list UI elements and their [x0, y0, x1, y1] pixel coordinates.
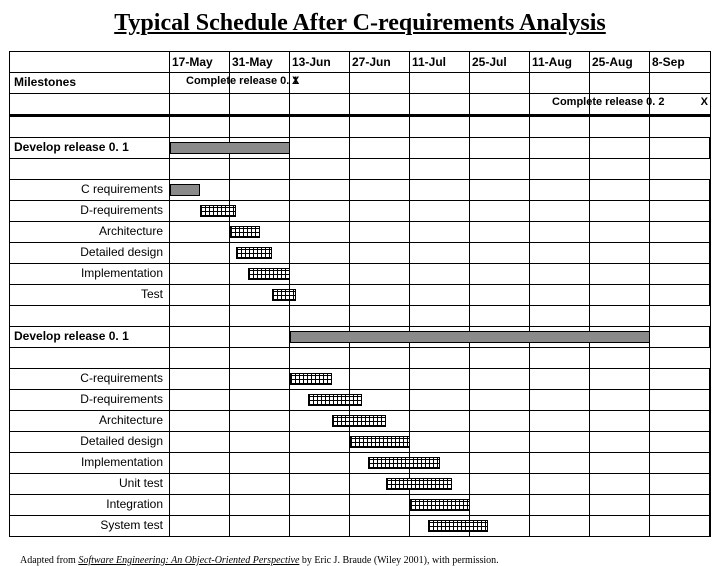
attribution: Adapted from Software Engineering: An Ob… [0, 537, 720, 566]
milestone-1: Complete release 0. 1 [184, 73, 229, 87]
task-bar [200, 205, 236, 217]
blank-row [10, 159, 710, 180]
task-label: C requirements [10, 180, 170, 200]
date-header: 11-Aug [530, 52, 590, 72]
blank-row [10, 348, 710, 369]
task-label: Unit test [10, 474, 170, 494]
task-bar [230, 226, 260, 238]
task-bar [332, 415, 386, 427]
task-label: Architecture [10, 222, 170, 242]
task-bar [236, 247, 272, 259]
task-bar [386, 478, 452, 490]
task-row: Unit test [10, 474, 710, 495]
group-1-summary: Develop release 0. 1 [10, 138, 710, 159]
task-label: Integration [10, 495, 170, 515]
task-bar [272, 289, 296, 301]
task-row: Detailed design [10, 243, 710, 264]
task-label: Implementation [10, 264, 170, 284]
task-label: Implementation [10, 453, 170, 473]
date-header: 31-May [230, 52, 290, 72]
task-label: C-requirements [10, 369, 170, 389]
group-2-summary: Develop release 0. 1 [10, 327, 710, 348]
task-label: Test [10, 285, 170, 305]
task-bar [410, 499, 470, 511]
task-row: Implementation [10, 453, 710, 474]
milestone-row-1: Milestones Complete release 0. 1 X [10, 73, 710, 94]
task-row: Architecture [10, 411, 710, 432]
date-header: 11-Jul [410, 52, 470, 72]
milestone-row-2: Complete release 0. 2 X [10, 94, 710, 117]
task-row: Implementation [10, 264, 710, 285]
task-row: Detailed design [10, 432, 710, 453]
task-label: Detailed design [10, 243, 170, 263]
task-row: Architecture [10, 222, 710, 243]
task-bar [368, 457, 440, 469]
task-row: D-requirements [10, 390, 710, 411]
task-label: D-requirements [10, 390, 170, 410]
task-row: System test [10, 516, 710, 536]
summary-bar-1 [170, 142, 290, 154]
task-label: System test [10, 516, 170, 536]
task-label: Architecture [10, 411, 170, 431]
task-bar [308, 394, 362, 406]
group-2-label: Develop release 0. 1 [10, 327, 170, 347]
task-row: Integration [10, 495, 710, 516]
date-header-row: 17-May 31-May 13-Jun 27-Jun 11-Jul 25-Ju… [10, 52, 710, 73]
task-row: C-requirements [10, 369, 710, 390]
task-row: Test [10, 285, 710, 306]
date-header: 27-Jun [350, 52, 410, 72]
milestone-2: Complete release 0. 2 [550, 94, 589, 108]
date-header: 13-Jun [290, 52, 350, 72]
blank-row [10, 117, 710, 138]
date-header: 25-Jul [470, 52, 530, 72]
task-row: D-requirements [10, 201, 710, 222]
task-label: Detailed design [10, 432, 170, 452]
date-header: 25-Aug [590, 52, 650, 72]
milestone-1-x: X [290, 73, 349, 87]
summary-bar-2 [290, 331, 650, 343]
group-1-label: Develop release 0. 1 [10, 138, 170, 158]
page-title: Typical Schedule After C-requirements An… [0, 0, 720, 51]
blank-row [10, 306, 710, 327]
milestone-2-x: X [650, 94, 710, 108]
gantt-chart: 17-May 31-May 13-Jun 27-Jun 11-Jul 25-Ju… [9, 51, 711, 537]
date-header: 8-Sep [650, 52, 710, 72]
task-row: C requirements [10, 180, 710, 201]
milestones-label: Milestones [10, 73, 170, 93]
task-bar [248, 268, 290, 280]
task-bar [350, 436, 410, 448]
task-bar [170, 184, 200, 196]
date-header: 17-May [170, 52, 230, 72]
task-bar [428, 520, 488, 532]
task-bar [290, 373, 332, 385]
task-label: D-requirements [10, 201, 170, 221]
